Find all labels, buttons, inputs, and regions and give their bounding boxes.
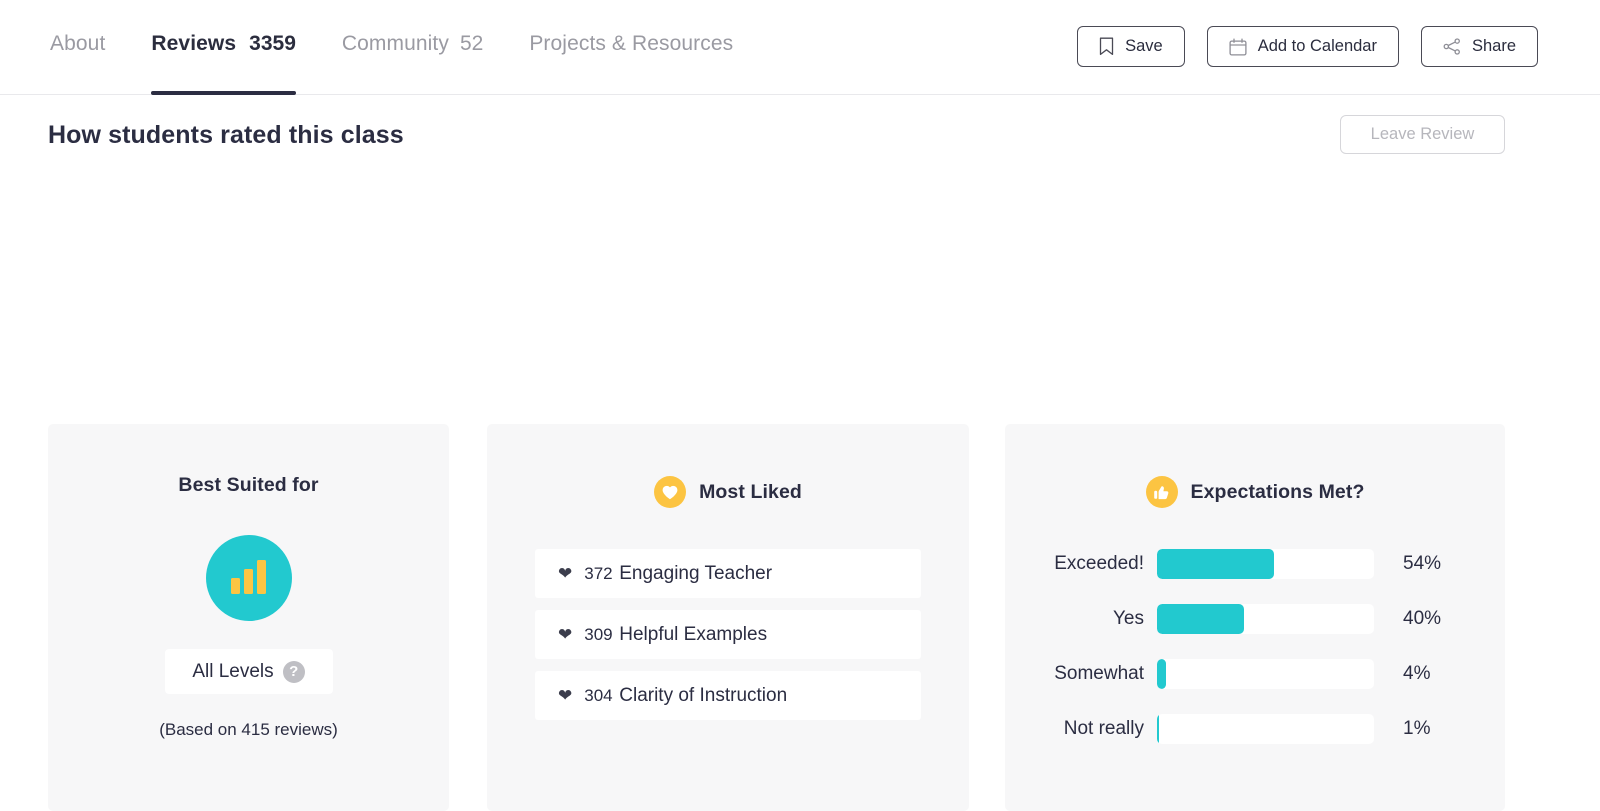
best-suited-title: Best Suited for <box>178 474 319 496</box>
expectations-bar-track <box>1157 603 1374 634</box>
tab-community[interactable]: Community 52 <box>342 0 483 95</box>
bar-3 <box>257 560 266 594</box>
like-label: Helpful Examples <box>619 623 768 645</box>
tab-label: Projects & Resources <box>529 31 734 55</box>
tab-label: Community <box>341 31 449 55</box>
header-actions: Save Add to Calendar Share <box>1077 26 1538 67</box>
add-to-calendar-label: Add to Calendar <box>1257 37 1377 55</box>
expectations-label: Exceeded! <box>1054 552 1144 574</box>
expectations-label: Not really <box>1063 717 1144 739</box>
expectations-bar-fill <box>1157 603 1244 634</box>
expectations-bar-track <box>1157 548 1374 579</box>
bookmark-icon <box>1099 37 1114 56</box>
bar-2 <box>244 569 253 594</box>
question-mark-icon[interactable]: ? <box>282 660 305 683</box>
most-liked-list: ❤ 372 Engaging Teacher ❤ 309 Helpful Exa… <box>487 549 969 720</box>
expectations-bar-fill <box>1157 548 1275 579</box>
expectations-bar-list: Exceeded! 54% Yes 40% Somewhat 4% Not re… <box>1005 544 1505 748</box>
page-title: How students rated this class <box>48 121 404 149</box>
expectations-bar-track <box>1157 713 1374 744</box>
leave-review-button[interactable]: Leave Review <box>1340 115 1505 154</box>
tab-count: 52 <box>459 31 484 55</box>
heart-icon: ❤ <box>558 625 573 644</box>
page-header: About Reviews 3359 Community 52 Projects… <box>0 0 1600 95</box>
expectations-percent: 40% <box>1403 607 1442 629</box>
card-title-row: Expectations Met? <box>1005 476 1505 508</box>
share-button[interactable]: Share <box>1420 26 1538 67</box>
bar-1 <box>231 578 240 594</box>
section-header: How students rated this class Leave Revi… <box>0 95 1600 183</box>
bar-chart-icon <box>205 535 292 621</box>
tab-bar: About Reviews 3359 Community 52 Projects… <box>0 0 779 95</box>
expectations-percent: 54% <box>1403 552 1442 574</box>
calendar-icon <box>1229 37 1247 56</box>
heart-icon: ❤ <box>558 686 573 705</box>
expectations-row: Exceeded! 54% <box>1005 544 1505 583</box>
bar-chart-glyph <box>231 560 266 594</box>
expectations-bar-fill <box>1157 713 1160 744</box>
expectations-label: Yes <box>1113 607 1144 629</box>
level-label: All Levels <box>192 660 274 682</box>
level-pill[interactable]: All Levels ? <box>164 649 333 694</box>
add-to-calendar-button[interactable]: Add to Calendar <box>1206 26 1399 67</box>
tab-reviews[interactable]: Reviews 3359 <box>151 0 296 95</box>
card-title-row: Most Liked <box>487 476 969 508</box>
card-title-row: Best Suited for <box>48 474 449 497</box>
expectations-label: Somewhat <box>1054 662 1144 684</box>
like-count: 309 <box>584 624 613 644</box>
best-suited-card: Best Suited for All Levels ? (Based on 4… <box>48 424 449 811</box>
like-count: 372 <box>584 563 613 583</box>
expectations-bar-fill <box>1157 658 1166 689</box>
share-label: Share <box>1471 37 1516 55</box>
based-on-reviews: (Based on 415 reviews) <box>159 720 338 739</box>
list-item[interactable]: ❤ 309 Helpful Examples <box>535 610 921 659</box>
list-item[interactable]: ❤ 372 Engaging Teacher <box>535 549 921 598</box>
expectations-row: Yes 40% <box>1005 599 1505 638</box>
thumbs-up-icon <box>1145 476 1178 508</box>
share-icon <box>1443 38 1461 55</box>
expectations-met-title: Expectations Met? <box>1190 480 1365 503</box>
list-item[interactable]: ❤ 304 Clarity of Instruction <box>535 671 921 720</box>
like-count: 304 <box>584 685 613 705</box>
save-button[interactable]: Save <box>1077 26 1185 67</box>
tab-about[interactable]: About <box>50 0 105 95</box>
expectations-bar-track <box>1157 658 1374 689</box>
expectations-percent: 4% <box>1403 662 1431 684</box>
expectations-met-card: Expectations Met? Exceeded! 54% Yes 40% … <box>1005 424 1505 811</box>
tab-count: 3359 <box>249 31 296 55</box>
save-label: Save <box>1125 37 1163 55</box>
most-liked-title: Most Liked <box>699 480 802 503</box>
tab-label: Reviews <box>151 31 237 55</box>
like-label: Clarity of Instruction <box>619 684 788 706</box>
most-liked-card: Most Liked ❤ 372 Engaging Teacher ❤ 309 … <box>487 424 969 811</box>
tab-projects-resources[interactable]: Projects & Resources <box>529 0 733 95</box>
like-label: Engaging Teacher <box>619 562 773 584</box>
expectations-row: Not really 1% <box>1005 709 1505 748</box>
tab-label: About <box>50 31 106 55</box>
expectations-row: Somewhat 4% <box>1005 654 1505 693</box>
heart-icon <box>654 476 687 508</box>
heart-icon: ❤ <box>558 564 573 583</box>
expectations-percent: 1% <box>1403 717 1431 739</box>
